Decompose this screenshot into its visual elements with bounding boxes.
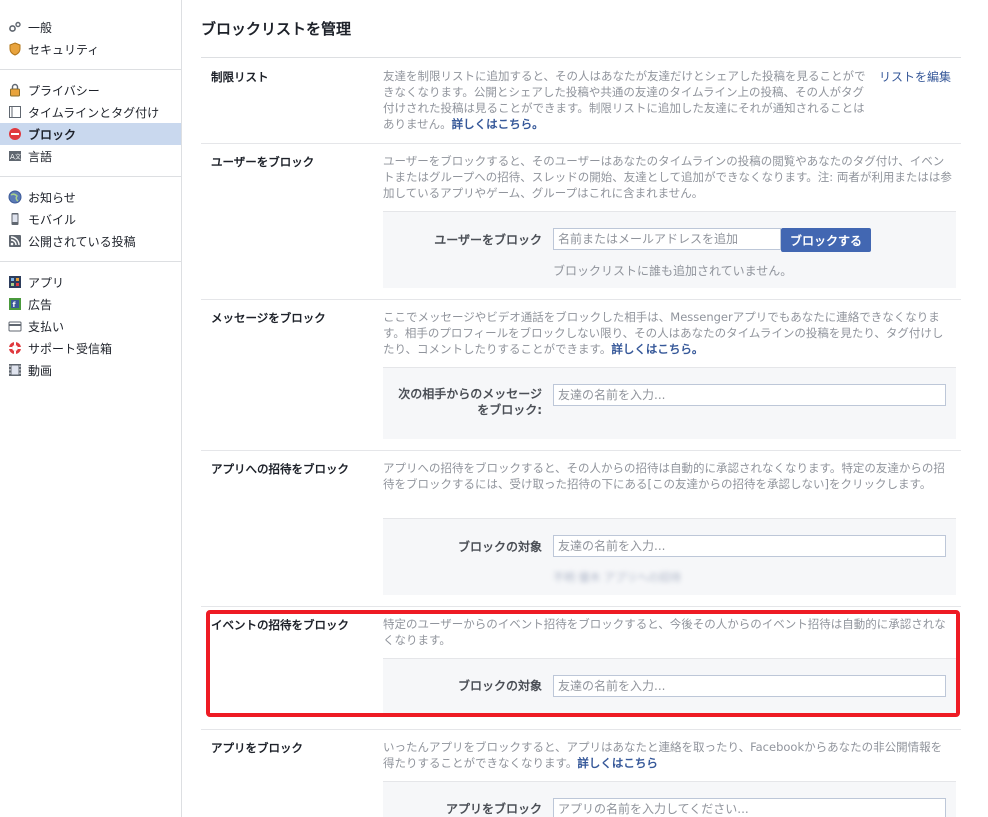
- sidebar-item-label: 支払い: [28, 319, 65, 334]
- section-block-apps: アプリをブロック いったんアプリをブロックすると、アプリはあなたと連絡を取ったり…: [201, 729, 961, 817]
- sidebar-item-public-posts[interactable]: 公開されている投稿: [0, 230, 181, 252]
- sidebar-item-privacy[interactable]: プライバシー: [0, 79, 181, 101]
- card-icon: [8, 319, 22, 333]
- sidebar-item-label: 一般: [28, 20, 53, 35]
- sidebar-item-language[interactable]: A文 言語: [0, 145, 181, 167]
- sidebar-item-blocking[interactable]: ブロック: [0, 123, 181, 145]
- section-block-app-invites: アプリへの招待をブロック アプリへの招待をブロックすると、その人からの招待は自動…: [201, 450, 961, 606]
- sidebar-divider: [0, 69, 181, 70]
- sidebar-item-label: アプリ: [28, 275, 65, 290]
- sidebar-item-payments[interactable]: 支払い: [0, 315, 181, 337]
- rss-icon: [8, 234, 22, 248]
- block-app-invites-panel: ブロックの対象 不明 優木 アプリへの招待: [383, 518, 956, 595]
- sidebar-item-label: 広告: [28, 297, 53, 312]
- sidebar-item-label: 言語: [28, 149, 53, 164]
- sidebar-item-label: ブロック: [28, 127, 77, 142]
- shield-icon: [8, 42, 22, 56]
- sidebar-group-apps: アプリ f 広告 支払い サポート受信箱 動画: [0, 271, 181, 381]
- field-label: アプリをブロック: [445, 802, 542, 816]
- section-divider: [201, 143, 961, 144]
- learn-more-link[interactable]: 詳しくはこちら。: [452, 117, 544, 131]
- learn-more-link[interactable]: 詳しくはこちら。: [611, 342, 703, 356]
- block-apps-input[interactable]: [553, 798, 946, 817]
- sidebar-item-general[interactable]: 一般: [0, 16, 181, 38]
- svg-text:文: 文: [15, 153, 21, 161]
- block-app-invites-input[interactable]: [553, 535, 946, 557]
- section-label: ユーザーをブロック: [211, 155, 315, 169]
- blurred-blocked-entry: 不明 優木 アプリへの招待: [553, 571, 681, 584]
- field-label: ユーザーをブロック: [434, 233, 542, 247]
- apps-icon: [8, 275, 22, 289]
- section-description: ユーザーをブロックすると、そのユーザーはあなたのタイムラインの投稿の閲覧やあなた…: [383, 154, 952, 200]
- sidebar-item-videos[interactable]: 動画: [0, 359, 181, 381]
- sidebar-item-label: タイムラインとタグ付け: [28, 105, 160, 120]
- sidebar-item-label: 動画: [28, 363, 53, 378]
- block-button[interactable]: ブロックする: [781, 228, 872, 252]
- learn-more-link[interactable]: 詳しくはこちら: [577, 756, 658, 770]
- sidebar-group-privacy: プライバシー タイムラインとタグ付け ブロック A文 言語: [0, 79, 181, 167]
- sidebar-item-apps[interactable]: アプリ: [0, 271, 181, 293]
- section-label: 制限リスト: [211, 70, 269, 84]
- sidebar-group-general: 一般 セキュリティ: [0, 16, 181, 60]
- sidebar-item-security[interactable]: セキュリティ: [0, 38, 181, 60]
- section-description: いったんアプリをブロックすると、アプリはあなたと連絡を取ったり、Facebook…: [383, 740, 943, 770]
- sidebar-item-label: セキュリティ: [28, 42, 100, 57]
- sidebar-item-label: お知らせ: [28, 190, 76, 205]
- field-label: 次の相手からのメッセージ をブロック:: [398, 387, 542, 417]
- section-label: アプリへの招待をブロック: [211, 462, 349, 476]
- block-event-invites-input[interactable]: [553, 675, 946, 697]
- field-label: ブロックの対象: [457, 679, 542, 693]
- language-icon: A文: [8, 149, 22, 163]
- section-restricted-list: 制限リスト 友達を制限リストに追加すると、その人はあなたが友達だけとシェアした投…: [201, 58, 961, 143]
- edit-list-link[interactable]: リストを編集: [879, 68, 951, 85]
- block-users-panel: ユーザーをブロック ブロックする ブロックリストに誰も追加されていません。: [383, 211, 956, 288]
- section-description: アプリへの招待をブロックすると、その人からの招待は自動的に承認されなくなります。…: [383, 461, 945, 491]
- sidebar-divider: [0, 261, 181, 262]
- sidebar-item-support-inbox[interactable]: サポート受信箱: [0, 337, 181, 359]
- section-label: アプリをブロック: [211, 741, 303, 755]
- sidebar-item-label: モバイル: [28, 212, 77, 227]
- section-description: 特定のユーザーからのイベント招待をブロックすると、今後その人からのイベント招待は…: [383, 617, 946, 647]
- block-apps-panel: アプリをブロック: [383, 781, 956, 817]
- globe-icon: [8, 190, 22, 204]
- section-label: イベントの招待をブロック: [211, 618, 349, 632]
- block-event-invites-panel: ブロックの対象: [383, 658, 956, 714]
- lifebuoy-icon: [8, 341, 22, 355]
- film-icon: [8, 363, 22, 377]
- lock-icon: [8, 83, 22, 97]
- section-label: メッセージをブロック: [211, 311, 326, 325]
- section-divider: [201, 299, 961, 300]
- phone-icon: [8, 212, 22, 226]
- sidebar-group-notifications: お知らせ モバイル 公開されている投稿: [0, 186, 181, 252]
- settings-sidebar: 一般 セキュリティ プライバシー タイムラインとタグ付け ブロック A 文 言語…: [0, 0, 182, 817]
- section-description: 友達を制限リストに追加すると、その人はあなたが友達だけとシェアした投稿を見ること…: [383, 69, 866, 131]
- sidebar-item-label: プライバシー: [28, 83, 100, 98]
- sidebar-item-ads[interactable]: f 広告: [0, 293, 181, 315]
- sidebar-item-timeline[interactable]: タイムラインとタグ付け: [0, 101, 181, 123]
- ads-icon: f: [8, 297, 22, 311]
- section-divider: [201, 606, 961, 607]
- block-messages-panel: 次の相手からのメッセージ をブロック:: [383, 367, 956, 439]
- sidebar-item-label: サポート受信箱: [28, 341, 113, 356]
- section-divider: [201, 729, 961, 730]
- sidebar-item-mobile[interactable]: モバイル: [0, 208, 181, 230]
- timeline-icon: [8, 105, 22, 119]
- block-messages-input[interactable]: [553, 384, 946, 406]
- section-block-messages: メッセージをブロック ここでメッセージやビデオ通話をブロックした相手は、Mess…: [201, 299, 961, 450]
- section-block-event-invites: イベントの招待をブロック 特定のユーザーからのイベント招待をブロックすると、今後…: [201, 606, 961, 729]
- section-divider: [201, 450, 961, 451]
- block-icon: [8, 127, 22, 141]
- section-block-users: ユーザーをブロック ユーザーをブロックすると、そのユーザーはあなたのタイムライン…: [201, 143, 961, 299]
- main-content: ブロックリストを管理 制限リスト 友達を制限リストに追加すると、その人はあなたが…: [183, 0, 988, 817]
- sidebar-divider: [0, 176, 181, 177]
- sidebar-item-notifications[interactable]: お知らせ: [0, 186, 181, 208]
- block-user-input[interactable]: [553, 228, 781, 250]
- page-title: ブロックリストを管理: [201, 20, 352, 38]
- gears-icon: [8, 20, 22, 34]
- empty-block-list-note: ブロックリストに誰も追加されていません。: [553, 264, 793, 278]
- field-label: ブロックの対象: [457, 540, 542, 554]
- sidebar-item-label: 公開されている投稿: [28, 234, 136, 249]
- section-description: ここでメッセージやビデオ通話をブロックした相手は、Messengerアプリでもあ…: [383, 310, 944, 356]
